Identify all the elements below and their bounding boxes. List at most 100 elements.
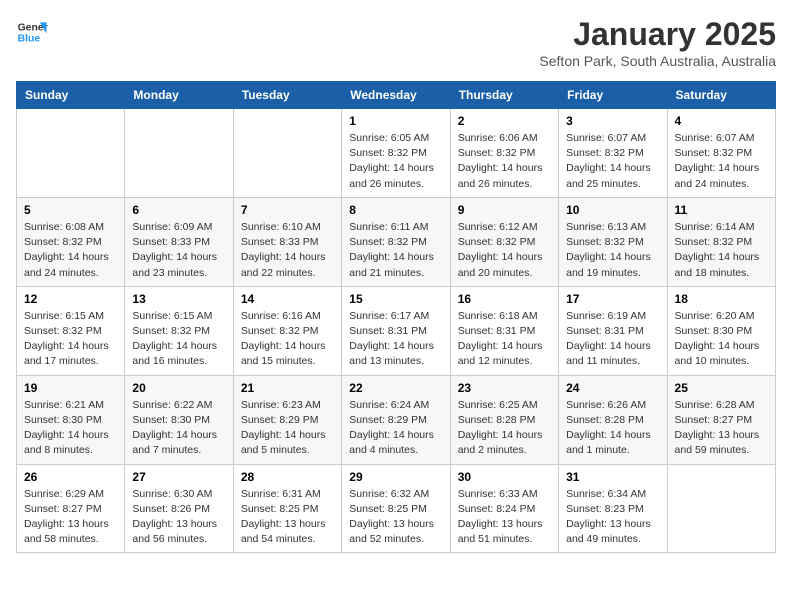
day-info: Sunrise: 6:31 AM Sunset: 8:25 PM Dayligh… xyxy=(241,487,334,548)
calendar-cell: 24 Sunrise: 6:26 AM Sunset: 8:28 PM Dayli… xyxy=(559,375,667,464)
day-info: Sunrise: 6:05 AM Sunset: 8:32 PM Dayligh… xyxy=(349,131,442,192)
weekday-header-friday: Friday xyxy=(559,82,667,109)
weekday-header-thursday: Thursday xyxy=(450,82,558,109)
day-info: Sunrise: 6:33 AM Sunset: 8:24 PM Dayligh… xyxy=(458,487,551,548)
logo: General Blue xyxy=(16,16,48,48)
day-number: 3 xyxy=(566,114,659,128)
day-number: 6 xyxy=(132,203,225,217)
calendar-cell: 1Sunrise: 6:05 AM Sunset: 8:32 PM Daylig… xyxy=(342,109,450,198)
calendar-cell: 2 Sunrise: 6:06 AM Sunset: 8:32 PM Daylig… xyxy=(450,109,558,198)
week-row-3: 12 Sunrise: 6:15 AM Sunset: 8:32 PM Dayli… xyxy=(17,286,776,375)
day-info: Sunrise: 6:28 AM Sunset: 8:27 PM Dayligh… xyxy=(675,398,768,459)
calendar-cell: 17 Sunrise: 6:19 AM Sunset: 8:31 PM Dayli… xyxy=(559,286,667,375)
calendar-cell: 28 Sunrise: 6:31 AM Sunset: 8:25 PM Dayli… xyxy=(233,464,341,553)
month-title: January 2025 xyxy=(539,16,776,53)
day-info: Sunrise: 6:21 AM Sunset: 8:30 PM Dayligh… xyxy=(24,398,117,459)
day-number: 15 xyxy=(349,292,442,306)
day-info: Sunrise: 6:15 AM Sunset: 8:32 PM Dayligh… xyxy=(132,309,225,370)
day-info: Sunrise: 6:23 AM Sunset: 8:29 PM Dayligh… xyxy=(241,398,334,459)
calendar-cell: 8Sunrise: 6:11 AM Sunset: 8:32 PM Daylig… xyxy=(342,197,450,286)
week-row-5: 26 Sunrise: 6:29 AM Sunset: 8:27 PM Dayli… xyxy=(17,464,776,553)
weekday-header-sunday: Sunday xyxy=(17,82,125,109)
calendar-cell: 4Sunrise: 6:07 AM Sunset: 8:32 PM Daylig… xyxy=(667,109,775,198)
calendar-cell: 18 Sunrise: 6:20 AM Sunset: 8:30 PM Dayli… xyxy=(667,286,775,375)
calendar-cell: 21 Sunrise: 6:23 AM Sunset: 8:29 PM Dayli… xyxy=(233,375,341,464)
week-row-2: 5Sunrise: 6:08 AM Sunset: 8:32 PM Daylig… xyxy=(17,197,776,286)
calendar-cell: 29Sunrise: 6:32 AM Sunset: 8:25 PM Dayli… xyxy=(342,464,450,553)
day-number: 21 xyxy=(241,381,334,395)
day-number: 4 xyxy=(675,114,768,128)
calendar-cell xyxy=(17,109,125,198)
day-number: 28 xyxy=(241,470,334,484)
weekday-header-wednesday: Wednesday xyxy=(342,82,450,109)
calendar-cell: 23Sunrise: 6:25 AM Sunset: 8:28 PM Dayli… xyxy=(450,375,558,464)
day-info: Sunrise: 6:14 AM Sunset: 8:32 PM Dayligh… xyxy=(675,220,768,281)
day-info: Sunrise: 6:26 AM Sunset: 8:28 PM Dayligh… xyxy=(566,398,659,459)
day-number: 7 xyxy=(241,203,334,217)
day-info: Sunrise: 6:15 AM Sunset: 8:32 PM Dayligh… xyxy=(24,309,117,370)
day-info: Sunrise: 6:18 AM Sunset: 8:31 PM Dayligh… xyxy=(458,309,551,370)
calendar-cell: 12 Sunrise: 6:15 AM Sunset: 8:32 PM Dayli… xyxy=(17,286,125,375)
day-info: Sunrise: 6:24 AM Sunset: 8:29 PM Dayligh… xyxy=(349,398,442,459)
calendar-cell: 7 Sunrise: 6:10 AM Sunset: 8:33 PM Daylig… xyxy=(233,197,341,286)
logo-icon: General Blue xyxy=(16,16,48,48)
day-number: 27 xyxy=(132,470,225,484)
day-number: 24 xyxy=(566,381,659,395)
calendar-table: SundayMondayTuesdayWednesdayThursdayFrid… xyxy=(16,81,776,553)
calendar-cell: 19 Sunrise: 6:21 AM Sunset: 8:30 PM Dayli… xyxy=(17,375,125,464)
day-number: 30 xyxy=(458,470,551,484)
calendar-cell: 14Sunrise: 6:16 AM Sunset: 8:32 PM Dayli… xyxy=(233,286,341,375)
day-number: 11 xyxy=(675,203,768,217)
day-number: 23 xyxy=(458,381,551,395)
day-number: 17 xyxy=(566,292,659,306)
day-number: 12 xyxy=(24,292,117,306)
calendar-cell: 3 Sunrise: 6:07 AM Sunset: 8:32 PM Daylig… xyxy=(559,109,667,198)
calendar-cell: 13 Sunrise: 6:15 AM Sunset: 8:32 PM Dayli… xyxy=(125,286,233,375)
day-number: 9 xyxy=(458,203,551,217)
day-info: Sunrise: 6:34 AM Sunset: 8:23 PM Dayligh… xyxy=(566,487,659,548)
title-block: January 2025 Sefton Park, South Australi… xyxy=(539,16,776,69)
day-info: Sunrise: 6:32 AM Sunset: 8:25 PM Dayligh… xyxy=(349,487,442,548)
day-info: Sunrise: 6:30 AM Sunset: 8:26 PM Dayligh… xyxy=(132,487,225,548)
day-number: 22 xyxy=(349,381,442,395)
day-number: 19 xyxy=(24,381,117,395)
day-number: 20 xyxy=(132,381,225,395)
calendar-cell: 9 Sunrise: 6:12 AM Sunset: 8:32 PM Daylig… xyxy=(450,197,558,286)
calendar-cell: 10Sunrise: 6:13 AM Sunset: 8:32 PM Dayli… xyxy=(559,197,667,286)
day-info: Sunrise: 6:07 AM Sunset: 8:32 PM Dayligh… xyxy=(566,131,659,192)
day-number: 13 xyxy=(132,292,225,306)
calendar-cell: 6 Sunrise: 6:09 AM Sunset: 8:33 PM Daylig… xyxy=(125,197,233,286)
day-number: 8 xyxy=(349,203,442,217)
calendar-cell: 30 Sunrise: 6:33 AM Sunset: 8:24 PM Dayli… xyxy=(450,464,558,553)
calendar-cell: 25 Sunrise: 6:28 AM Sunset: 8:27 PM Dayli… xyxy=(667,375,775,464)
day-info: Sunrise: 6:06 AM Sunset: 8:32 PM Dayligh… xyxy=(458,131,551,192)
calendar-cell xyxy=(233,109,341,198)
calendar-cell: 31 Sunrise: 6:34 AM Sunset: 8:23 PM Dayli… xyxy=(559,464,667,553)
calendar-cell: 27 Sunrise: 6:30 AM Sunset: 8:26 PM Dayli… xyxy=(125,464,233,553)
day-info: Sunrise: 6:09 AM Sunset: 8:33 PM Dayligh… xyxy=(132,220,225,281)
weekday-header-monday: Monday xyxy=(125,82,233,109)
day-number: 16 xyxy=(458,292,551,306)
day-number: 31 xyxy=(566,470,659,484)
day-info: Sunrise: 6:29 AM Sunset: 8:27 PM Dayligh… xyxy=(24,487,117,548)
day-number: 25 xyxy=(675,381,768,395)
day-info: Sunrise: 6:12 AM Sunset: 8:32 PM Dayligh… xyxy=(458,220,551,281)
day-number: 26 xyxy=(24,470,117,484)
day-info: Sunrise: 6:20 AM Sunset: 8:30 PM Dayligh… xyxy=(675,309,768,370)
calendar-cell xyxy=(125,109,233,198)
weekday-header-row: SundayMondayTuesdayWednesdayThursdayFrid… xyxy=(17,82,776,109)
page-header: General Blue January 2025 Sefton Park, S… xyxy=(16,16,776,69)
calendar-cell: 16 Sunrise: 6:18 AM Sunset: 8:31 PM Dayli… xyxy=(450,286,558,375)
day-number: 2 xyxy=(458,114,551,128)
day-number: 18 xyxy=(675,292,768,306)
day-info: Sunrise: 6:13 AM Sunset: 8:32 PM Dayligh… xyxy=(566,220,659,281)
weekday-header-tuesday: Tuesday xyxy=(233,82,341,109)
day-number: 14 xyxy=(241,292,334,306)
day-info: Sunrise: 6:19 AM Sunset: 8:31 PM Dayligh… xyxy=(566,309,659,370)
day-number: 5 xyxy=(24,203,117,217)
calendar-cell: 26 Sunrise: 6:29 AM Sunset: 8:27 PM Dayli… xyxy=(17,464,125,553)
day-info: Sunrise: 6:10 AM Sunset: 8:33 PM Dayligh… xyxy=(241,220,334,281)
day-info: Sunrise: 6:22 AM Sunset: 8:30 PM Dayligh… xyxy=(132,398,225,459)
svg-text:Blue: Blue xyxy=(18,34,41,45)
calendar-cell: 22 Sunrise: 6:24 AM Sunset: 8:29 PM Dayli… xyxy=(342,375,450,464)
